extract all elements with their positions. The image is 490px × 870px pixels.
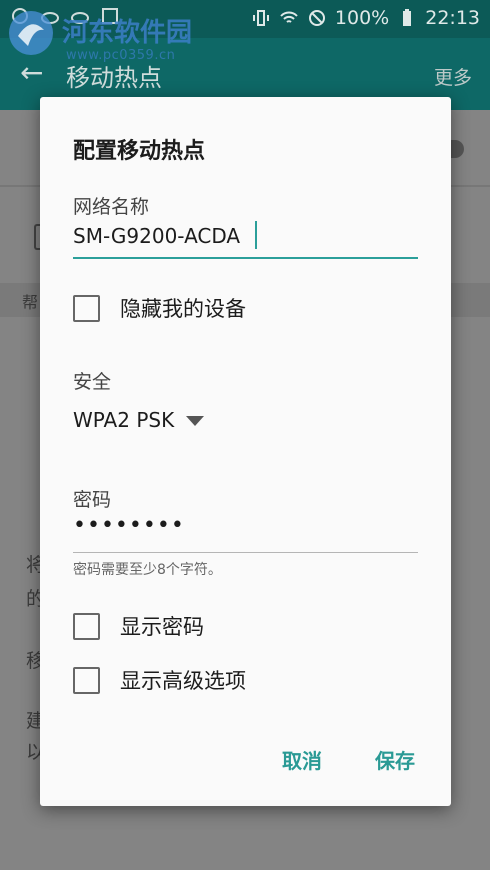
network-name-input[interactable] [73, 221, 418, 251]
watermark: 河东软件园 www.pc0359.cn [4, 6, 193, 63]
show-password-label: 显示密码 [120, 615, 204, 639]
configure-hotspot-dialog: 配置移动热点 网络名称 隐藏我的设备 安全 WPA2 PSK 密码 ••••••… [40, 97, 451, 806]
watermark-url: www.pc0359.cn [66, 48, 176, 63]
clock: 22:13 [425, 7, 480, 29]
show-advanced-option[interactable]: 显示高级选项 [73, 665, 246, 695]
security-label: 安全 [73, 371, 112, 393]
back-arrow-icon[interactable]: ← [20, 56, 43, 89]
password-input[interactable]: •••••••• [73, 513, 185, 538]
hide-device-option[interactable]: 隐藏我的设备 [73, 293, 246, 323]
help-header-text: 帮 [22, 293, 39, 312]
password-label: 密码 [73, 489, 112, 511]
hide-device-checkbox[interactable] [73, 294, 100, 322]
show-password-option[interactable]: 显示密码 [73, 611, 204, 641]
dialog-title: 配置移动热点 [73, 139, 206, 164]
no-signal-icon [308, 10, 325, 26]
show-advanced-label: 显示高级选项 [120, 669, 246, 693]
vibrate-icon [252, 10, 269, 26]
more-menu-button[interactable]: 更多 [434, 63, 472, 90]
watermark-logo-icon [9, 11, 53, 55]
cancel-button[interactable]: 取消 [282, 745, 322, 774]
watermark-text: 河东软件园 [62, 18, 193, 48]
show-advanced-checkbox[interactable] [73, 666, 100, 694]
security-value: WPA2 PSK [73, 408, 175, 432]
status-indicators: 100% 22:13 [251, 7, 480, 29]
battery-icon [403, 9, 412, 26]
security-dropdown[interactable]: WPA2 PSK [73, 408, 205, 432]
network-name-label: 网络名称 [73, 196, 150, 218]
password-helper-text: 密码需要至少8个字符。 [73, 562, 222, 578]
save-button[interactable]: 保存 [375, 745, 415, 774]
show-password-checkbox[interactable] [73, 612, 100, 640]
page-title: 移动热点 [66, 64, 162, 92]
network-name-underline [73, 257, 418, 259]
password-underline [73, 552, 418, 553]
dropdown-arrow-icon [186, 416, 205, 426]
battery-percent: 100% [334, 7, 390, 29]
hide-device-label: 隐藏我的设备 [120, 297, 246, 321]
text-cursor [255, 221, 257, 249]
wifi-hotspot-icon [280, 11, 298, 23]
